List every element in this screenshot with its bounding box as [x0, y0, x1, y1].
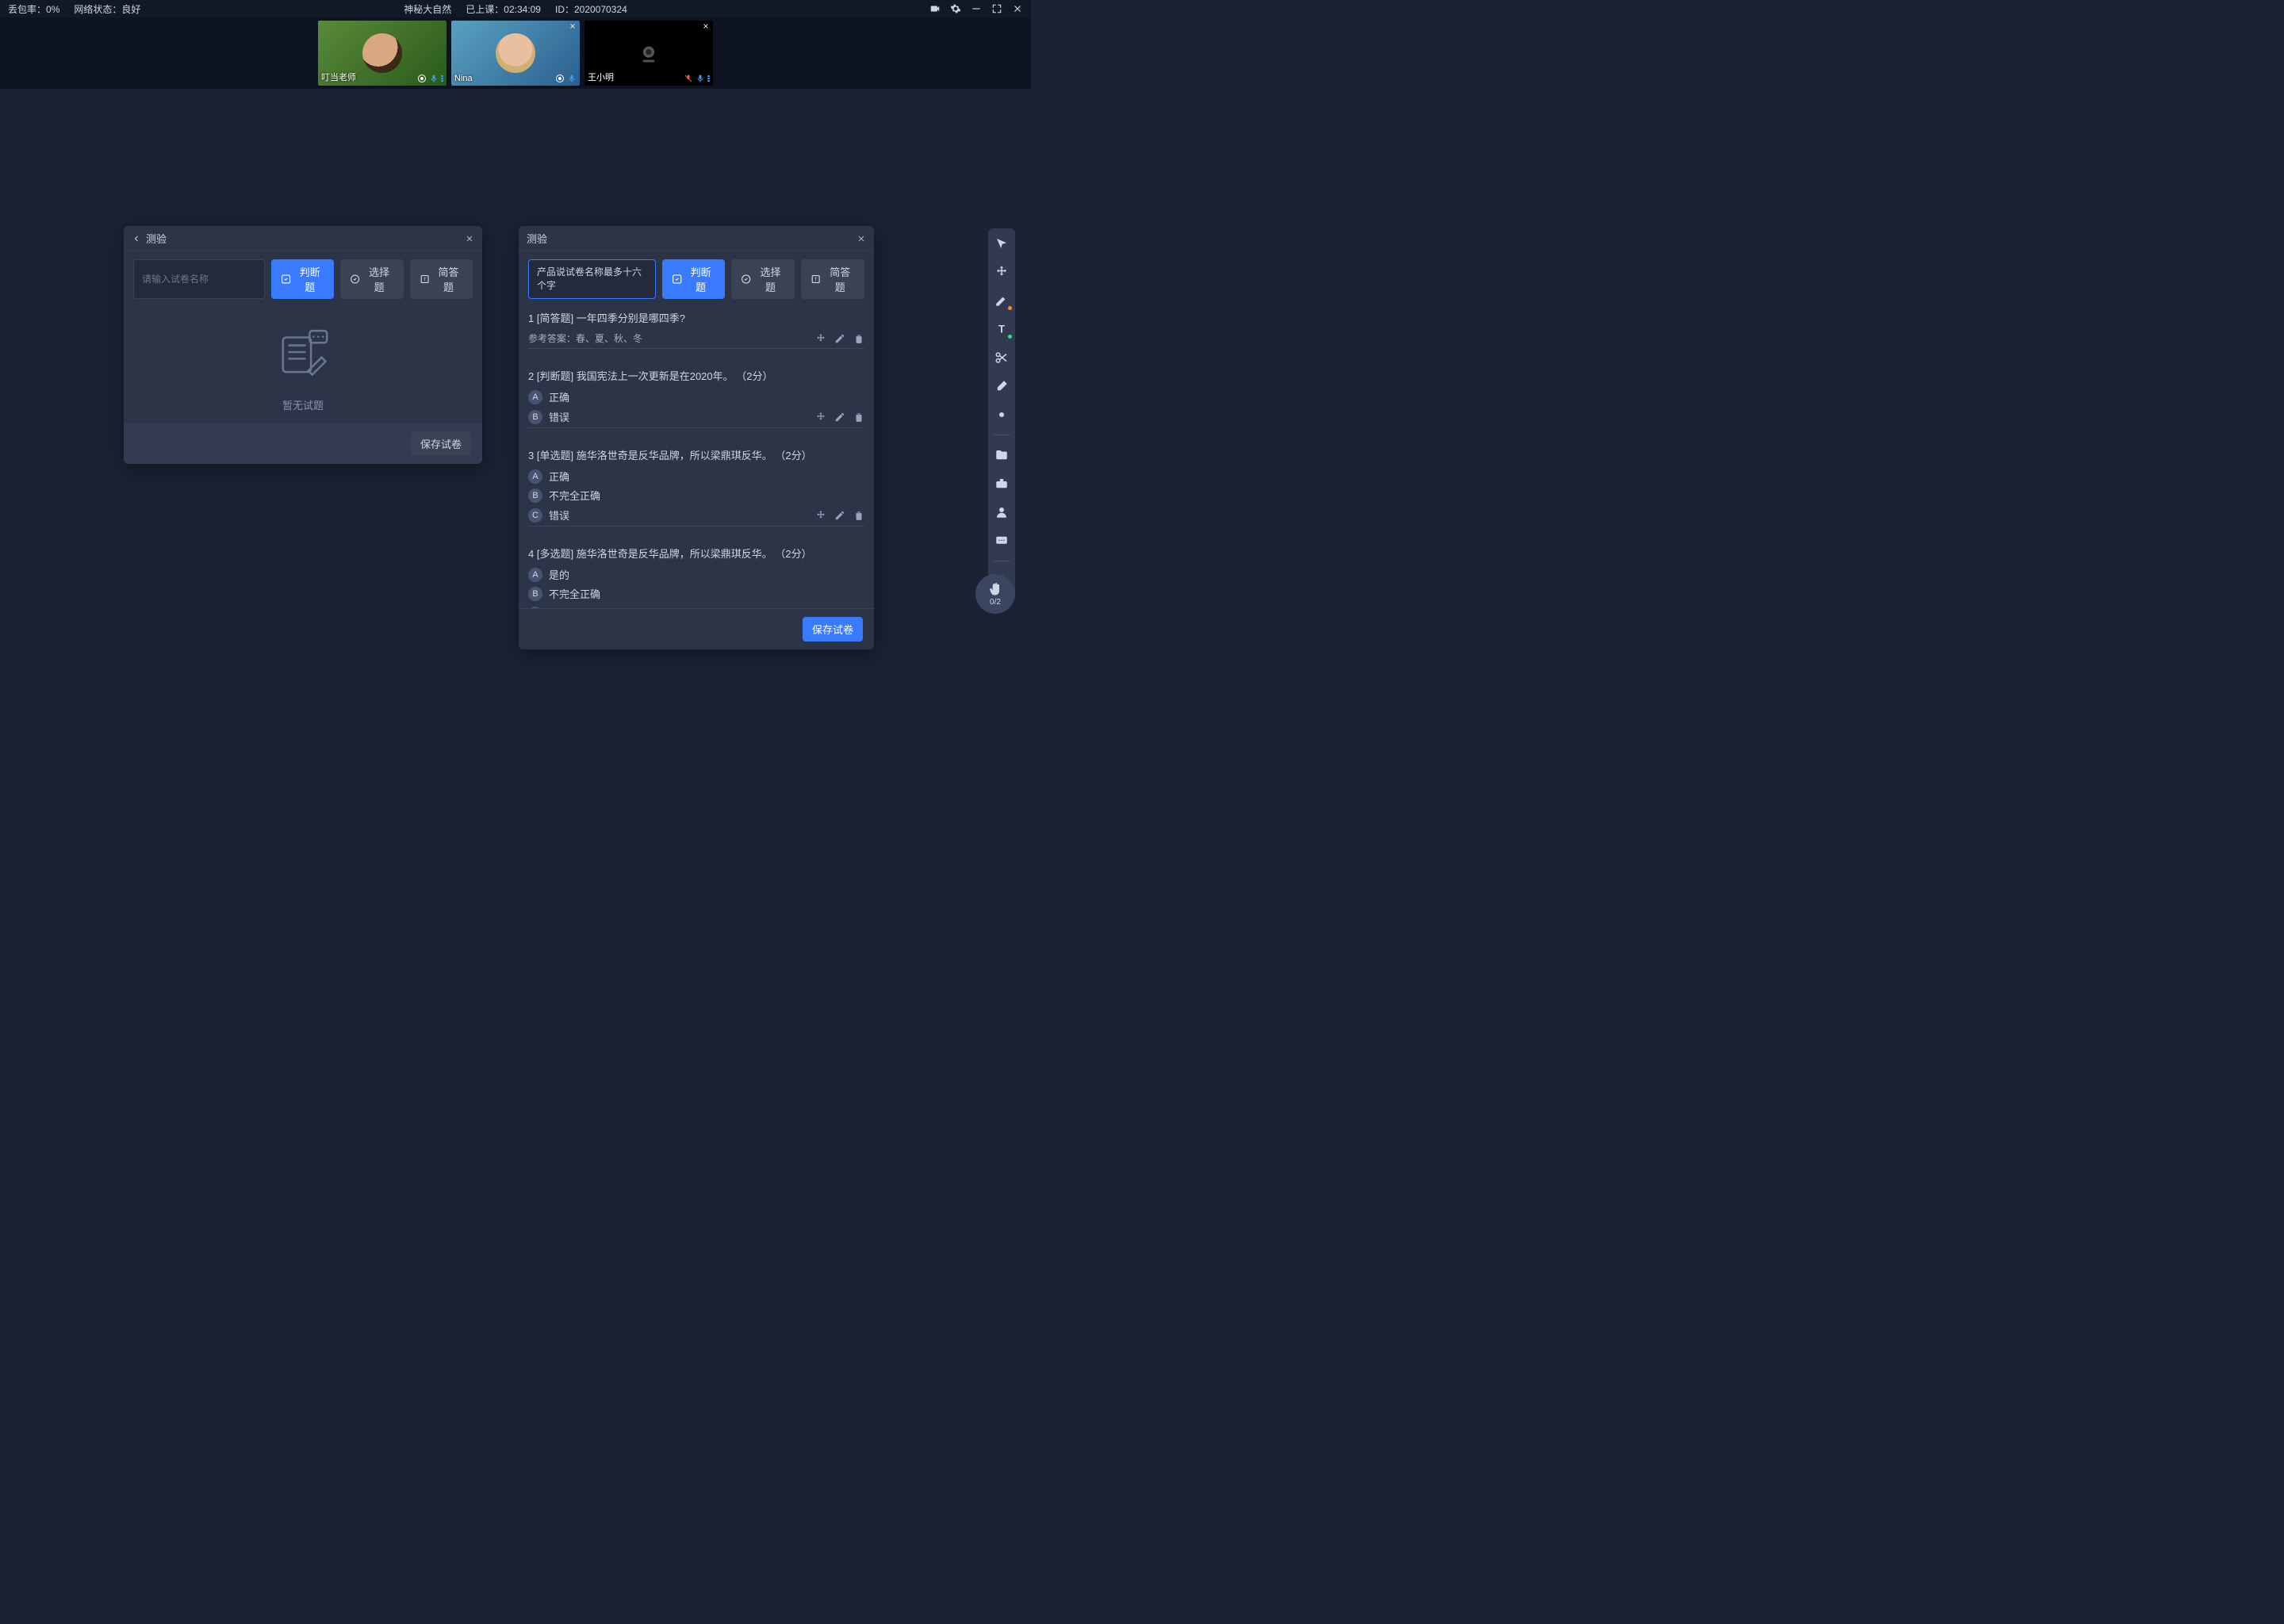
video-tile-student-2[interactable]: 王小明 — [584, 21, 713, 86]
svg-text:T: T — [814, 278, 818, 282]
edit-icon[interactable] — [834, 412, 845, 423]
canvas-toolbar: T — [988, 228, 1015, 596]
empty-text: 暂无试题 — [282, 397, 324, 412]
mic-status — [555, 74, 577, 83]
mic-icon — [429, 74, 439, 83]
add-judge-button[interactable]: 判断题 — [271, 259, 334, 299]
hand-icon — [987, 581, 1003, 597]
question-item: 1 [简答题] 一年四季分别是哪四季? 参考答案：春、夏、秋、冬 — [528, 310, 864, 349]
camera-toggle-icon[interactable] — [929, 3, 941, 14]
laser-tool[interactable] — [993, 406, 1010, 423]
back-icon[interactable] — [132, 234, 141, 243]
video-label: 王小明 — [588, 71, 614, 83]
delete-icon[interactable] — [853, 333, 864, 344]
add-choice-button[interactable]: 选择题 — [340, 259, 403, 299]
mic-icon — [567, 74, 577, 83]
course-title: 神秘大自然 — [404, 2, 451, 16]
camera-off-icon — [635, 40, 662, 67]
video-tile-teacher[interactable]: 叮当老师 — [318, 21, 446, 86]
quiz-panel-empty: 测验 判断题 选择题 T 简答题 — [124, 226, 482, 464]
delete-icon[interactable] — [853, 412, 864, 423]
mic-muted-icon — [684, 74, 693, 83]
chat-tool[interactable] — [993, 532, 1010, 550]
network-status: 网络状态：良好 — [74, 2, 140, 16]
add-judge-button[interactable]: 判断题 — [662, 259, 726, 299]
packet-loss: 丢包率：0% — [8, 2, 59, 16]
empty-state: 暂无试题 — [133, 323, 473, 412]
paper-name-input[interactable] — [133, 259, 265, 299]
scissors-tool[interactable] — [993, 349, 1010, 366]
close-window-icon[interactable] — [1012, 3, 1023, 14]
move-tool[interactable] — [993, 263, 1010, 281]
add-short-button[interactable]: T 简答题 — [801, 259, 864, 299]
class-id: ID：2020070324 — [555, 2, 627, 16]
folder-tool[interactable] — [993, 446, 1010, 464]
panel-header: 测验 — [519, 226, 874, 251]
panel-title: 测验 — [527, 231, 547, 246]
paper-name-display[interactable]: 产品说试卷名称最多十六个字 — [528, 259, 656, 299]
add-choice-button[interactable]: 选择题 — [731, 259, 795, 299]
close-icon[interactable] — [465, 234, 474, 243]
status-bar: 丢包率：0% 网络状态：良好 神秘大自然 已上课：02:34:09 ID：202… — [0, 0, 1031, 17]
empty-paper-icon — [270, 323, 336, 389]
text-tool[interactable]: T — [993, 320, 1010, 338]
settings-icon[interactable] — [950, 3, 961, 14]
video-label: 叮当老师 — [321, 71, 356, 83]
move-icon[interactable] — [815, 510, 826, 521]
minimize-icon[interactable] — [971, 3, 982, 14]
delete-icon[interactable] — [853, 510, 864, 521]
toolbox-tool[interactable] — [993, 475, 1010, 492]
mic-status — [684, 74, 710, 83]
mic-icon — [696, 74, 705, 83]
panel-title: 测验 — [146, 231, 167, 246]
move-icon[interactable] — [815, 412, 826, 423]
user-tool[interactable] — [993, 504, 1010, 521]
svg-text:T: T — [423, 278, 427, 282]
panel-footer: 保存试卷 — [519, 608, 874, 649]
quiz-panel-edit: 测验 产品说试卷名称最多十六个字 判断题 选择题 T 简答题 1 [简答题] 一… — [519, 226, 874, 649]
panel-header: 测验 — [124, 226, 482, 251]
video-label: Nina — [454, 74, 473, 83]
video-close-icon[interactable] — [702, 22, 710, 30]
elapsed-time: 已上课：02:34:09 — [466, 2, 541, 16]
hand-count: 0/2 — [990, 598, 1001, 607]
panel-footer: 保存试卷 — [124, 423, 482, 464]
question-item: 2 [判断题] 我国宪法上一次更新是在2020年。 （2分） A正确 B错误 — [528, 368, 864, 428]
add-short-button[interactable]: T 简答题 — [410, 259, 473, 299]
close-icon[interactable] — [856, 234, 866, 243]
save-paper-button[interactable]: 保存试卷 — [411, 431, 471, 456]
mic-status — [417, 74, 443, 83]
video-tile-student-1[interactable]: Nina — [451, 21, 580, 86]
pen-tool[interactable] — [993, 292, 1010, 309]
save-paper-button[interactable]: 保存试卷 — [803, 617, 863, 642]
edit-icon[interactable] — [834, 510, 845, 521]
raise-hand-button[interactable]: 0/2 — [975, 574, 1015, 614]
eraser-tool[interactable] — [993, 377, 1010, 395]
edit-icon[interactable] — [834, 333, 845, 344]
video-row: 叮当老师 Nina 王小明 — [0, 17, 1031, 89]
move-icon[interactable] — [815, 333, 826, 344]
fullscreen-icon[interactable] — [991, 3, 1002, 14]
question-item: 4 [多选题] 施华洛世奇是反华品牌，所以梁鼎琪反华。 （2分） A是的 B不完… — [528, 546, 864, 608]
svg-text:T: T — [998, 324, 1006, 335]
video-close-icon[interactable] — [569, 22, 577, 30]
cursor-tool[interactable] — [993, 235, 1010, 252]
question-item: 3 [单选题] 施华洛世奇是反华品牌，所以梁鼎琪反华。 （2分） A正确 B不完… — [528, 447, 864, 527]
